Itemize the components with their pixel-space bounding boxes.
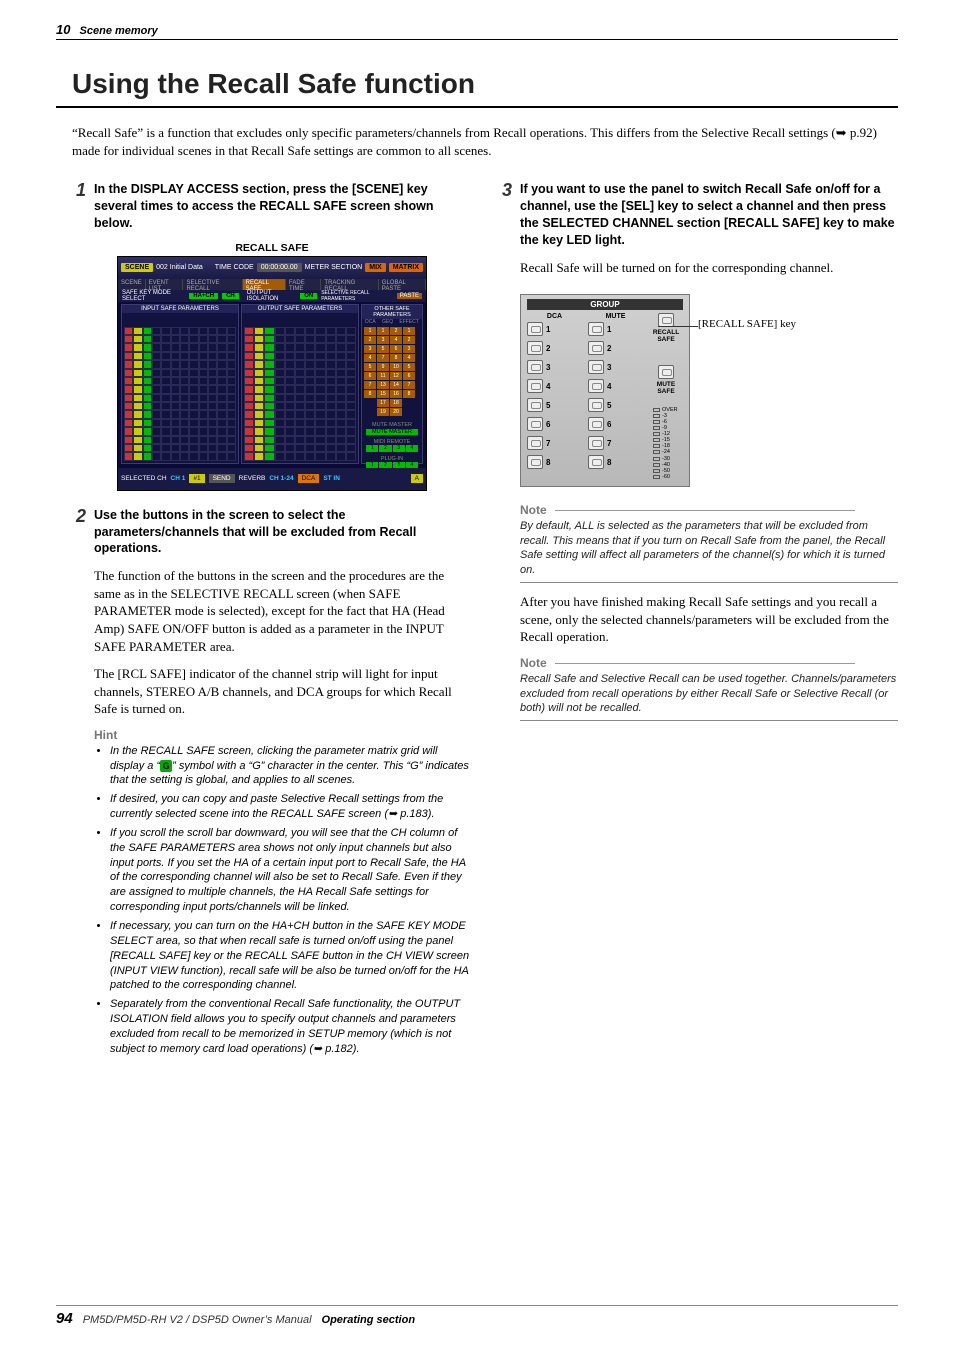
mute-2-button[interactable] — [588, 341, 604, 355]
hint-2: If desired, you can copy and paste Selec… — [110, 792, 472, 822]
timecode-label: TIME CODE — [215, 264, 254, 271]
output-safe-panel: OUTPUT SAFE PARAMETERS — [241, 304, 359, 464]
hint-1: In the RECALL SAFE screen, clicking the … — [110, 744, 472, 789]
dca-7-button[interactable] — [527, 436, 543, 450]
mute-4-button[interactable] — [588, 379, 604, 393]
dca-column: DCA 1 2 3 4 5 6 7 8 — [527, 313, 582, 480]
mute-7-button[interactable] — [588, 436, 604, 450]
panel-illustration: GROUP DCA 1 2 3 4 5 6 7 8 MUTE — [520, 294, 830, 487]
scene-chip: SCENE — [121, 263, 153, 272]
step-1: 1 In the DISPLAY ACCESS section, press t… — [72, 181, 472, 232]
hint-3: If you scroll the scroll bar downward, y… — [110, 826, 472, 915]
mute-5-button[interactable] — [588, 398, 604, 412]
step-2-text: Use the buttons in the screen to select … — [94, 507, 472, 558]
dca-5-button[interactable] — [527, 398, 543, 412]
screenshot-caption: RECALL SAFE — [72, 242, 472, 254]
meter-label: METER SECTION — [305, 264, 363, 271]
group-label: GROUP — [527, 299, 683, 310]
left-para-1: The function of the buttons in the scree… — [94, 567, 472, 655]
screenshot-body: INPUT SAFE PARAMETERS OUTPUT SAFE PARAME… — [118, 302, 426, 466]
left-para-2: The [RCL SAFE] indicator of the channel … — [94, 665, 472, 718]
hint-4: If necessary, you can turn on the HA+CH … — [110, 919, 472, 993]
note-2-heading: Note — [520, 656, 898, 670]
page-footer: 94 PM5D/PM5D-RH V2 / DSP5D Owner’s Manua… — [56, 1305, 898, 1327]
step-2-number: 2 — [72, 507, 86, 558]
dca-3-button[interactable] — [527, 360, 543, 374]
group-panel: GROUP DCA 1 2 3 4 5 6 7 8 MUTE — [520, 294, 690, 487]
hint-5: Separately from the conventional Recall … — [110, 997, 472, 1056]
section-name: Operating section — [322, 1314, 416, 1326]
dca-6-button[interactable] — [527, 417, 543, 431]
scene-value: 002 Initial Data — [156, 264, 203, 271]
step-1-number: 1 — [72, 181, 86, 232]
right-para-2: After you have finished making Recall Sa… — [520, 593, 898, 646]
note-1-rule — [520, 582, 898, 583]
chapter-name: Scene memory — [80, 25, 158, 37]
other-safe-panel: OTHER SAFE PARAMETERS DCAGEQEFFECT 1121 … — [361, 304, 423, 464]
matrix-chip: MATRIX — [389, 263, 423, 272]
two-column-layout: 1 In the DISPLAY ACCESS section, press t… — [56, 181, 898, 1061]
side-buttons: RECALL SAFE MUTE SAFE OVER -3 -6 -9 -12 … — [649, 313, 683, 480]
right-para-1: Recall Safe will be turned on for the co… — [520, 259, 898, 277]
recall-safe-button[interactable] — [658, 313, 674, 327]
step-2: 2 Use the buttons in the screen to selec… — [72, 507, 472, 558]
note-2-rule — [520, 720, 898, 721]
title-rule — [56, 106, 898, 108]
head-rule — [56, 39, 898, 40]
hint-heading: Hint — [94, 728, 472, 742]
intro-paragraph: “Recall Safe” is a function that exclude… — [72, 124, 898, 159]
manual-name: PM5D/PM5D-RH V2 / DSP5D Owner’s Manual — [83, 1314, 312, 1326]
right-column: 3 If you want to use the panel to switch… — [498, 181, 898, 1061]
input-grid — [124, 327, 236, 461]
left-column: 1 In the DISPLAY ACCESS section, press t… — [72, 181, 472, 1061]
page-title: Using the Recall Safe function — [56, 68, 898, 100]
dca-2-button[interactable] — [527, 341, 543, 355]
timecode-value: 00:00:00.00 — [257, 263, 302, 272]
g-icon: G — [160, 760, 172, 772]
dca-8-button[interactable] — [527, 455, 543, 469]
step-3: 3 If you want to use the panel to switch… — [498, 181, 898, 249]
screenshot-tabs: SCENE EVENT LIST SELECTIVE RECALL RECALL… — [118, 279, 426, 290]
step-3-text: If you want to use the panel to switch R… — [520, 181, 898, 249]
step-3-number: 3 — [498, 181, 512, 249]
page-top-num: 10 — [56, 22, 70, 37]
output-grid — [244, 327, 356, 461]
recall-safe-callout: [RECALL SAFE] key — [698, 318, 796, 330]
note-2-body: Recall Safe and Selective Recall can be … — [520, 672, 898, 717]
mute-6-button[interactable] — [588, 417, 604, 431]
screenshot-midrow: SAFE KEY MODE SELECT HA+CH CH OUTPUT ISO… — [118, 290, 426, 302]
mute-column: MUTE 1 2 3 4 5 6 7 8 — [588, 313, 643, 480]
dca-4-button[interactable] — [527, 379, 543, 393]
dca-1-button[interactable] — [527, 322, 543, 336]
leader-line — [658, 326, 698, 327]
mute-3-button[interactable] — [588, 360, 604, 374]
screenshot-topbar: SCENE 002 Initial Data TIME CODE 00:00:0… — [118, 257, 426, 279]
mute-safe-button[interactable] — [658, 365, 674, 379]
page-number: 94 — [56, 1310, 73, 1327]
screenshot-footer: SELECTED CH CH 1 #1 SEND REVERB CH 1-24 … — [118, 468, 426, 490]
step-1-text: In the DISPLAY ACCESS section, press the… — [94, 181, 472, 232]
note-1-heading: Note — [520, 503, 898, 517]
level-meter: OVER -3 -6 -9 -12 -15 -18 -24 -30 -40 -5… — [653, 407, 679, 480]
input-safe-panel: INPUT SAFE PARAMETERS — [121, 304, 239, 464]
running-head: 10 Scene memory — [56, 22, 898, 37]
note-1-body: By default, ALL is selected as the param… — [520, 519, 898, 578]
hint-list: In the RECALL SAFE screen, clicking the … — [110, 744, 472, 1057]
recall-safe-screenshot: SCENE 002 Initial Data TIME CODE 00:00:0… — [117, 256, 427, 491]
mute-1-button[interactable] — [588, 322, 604, 336]
mix-chip: MIX — [365, 263, 385, 272]
mute-8-button[interactable] — [588, 455, 604, 469]
